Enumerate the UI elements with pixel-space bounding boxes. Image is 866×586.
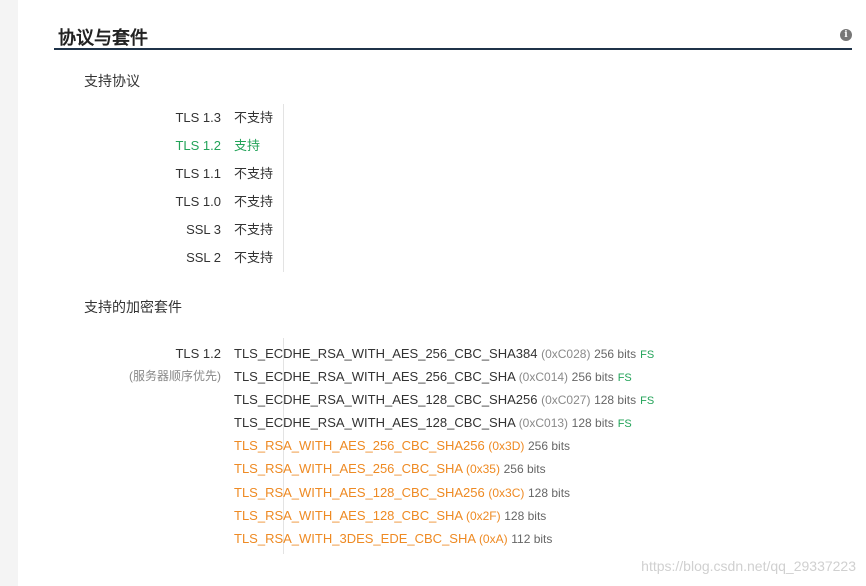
cipher-bits: 256 bits (571, 370, 614, 385)
protocols-heading: 支持协议 (84, 73, 140, 89)
cipher-bits: 256 bits (594, 347, 637, 361)
cipher-suite-row: TLS_ECDHE_RSA_WITH_AES_128_CBC_SHA (0xC0… (234, 411, 654, 434)
cipher-name: TLS_RSA_WITH_3DES_EDE_CBC_SHA (234, 530, 476, 546)
cipher-name: TLS_RSA_WITH_AES_128_CBC_SHA (234, 507, 463, 523)
cipher-name: TLS_RSA_WITH_AES_256_CBC_SHA (234, 461, 463, 477)
protocol-row: SSL 2 不支持 (84, 244, 784, 272)
forward-secrecy-badge: FS (640, 395, 655, 408)
forward-secrecy-badge: FS (617, 372, 632, 385)
cipher-name: TLS_RSA_WITH_AES_256_CBC_SHA256 (234, 438, 485, 454)
protocol-name: SSL 2 (186, 250, 221, 265)
protocol-status: 不支持 (234, 110, 274, 125)
protocol-name: SSL 3 (186, 222, 221, 237)
cipher-suite-row: TLS_ECDHE_RSA_WITH_AES_256_CBC_SHA (0xC0… (234, 365, 654, 388)
cipher-suite-row: TLS_RSA_WITH_AES_256_CBC_SHA256 (0x3D) 2… (234, 434, 654, 457)
cipher-code: (0x3D) (488, 439, 525, 454)
cipher-bits: 128 bits (504, 508, 547, 523)
protocol-row: SSL 3 不支持 (84, 216, 784, 244)
cipher-suite-row: TLS_ECDHE_RSA_WITH_AES_256_CBC_SHA384 (0… (234, 342, 654, 365)
cipher-code: (0x2F) (465, 508, 501, 523)
info-icon[interactable]: i (840, 29, 852, 41)
cipher-suite-row: TLS_ECDHE_RSA_WITH_AES_128_CBC_SHA256 (0… (234, 388, 654, 411)
protocol-name: TLS 1.3 (175, 110, 221, 125)
cipher-code: (0xC013) (518, 416, 569, 431)
cipher-code: (0xC028) (541, 347, 591, 361)
cipher-suite-row: TLS_RSA_WITH_3DES_EDE_CBC_SHA (0xA) 112 … (234, 527, 654, 550)
cipher-name: TLS_RSA_WITH_AES_128_CBC_SHA256 (234, 484, 485, 500)
cipher-suite-list: TLS_ECDHE_RSA_WITH_AES_256_CBC_SHA384 (0… (234, 342, 654, 550)
cipher-name: TLS_ECDHE_RSA_WITH_AES_128_CBC_SHA256 (234, 392, 538, 408)
ciphers-heading: 支持的加密套件 (84, 299, 182, 315)
cipher-code: (0xA) (478, 531, 508, 546)
cipher-code: (0x35) (465, 462, 500, 477)
cipher-bits: 112 bits (511, 531, 553, 546)
section-divider (54, 48, 852, 50)
cipher-bits: 128 bits (571, 416, 614, 431)
cipher-suite-row: TLS_RSA_WITH_AES_128_CBC_SHA (0x2F) 128 … (234, 504, 654, 527)
protocol-row: TLS 1.3 不支持 (84, 104, 784, 132)
section-title: 协议与套件 (58, 28, 148, 48)
cipher-suite-row: TLS_RSA_WITH_AES_256_CBC_SHA (0x35) 256 … (234, 457, 654, 480)
protocol-status: 不支持 (234, 222, 274, 237)
cipher-code: (0xC014) (518, 370, 569, 385)
cipher-bits: 128 bits (594, 393, 637, 408)
protocol-row: TLS 1.0 不支持 (84, 188, 784, 216)
protocol-row: TLS 1.2 支持 (84, 132, 784, 160)
cipher-bits: 256 bits (528, 439, 571, 454)
protocols-panel: 协议与套件 i 支持协议 TLS 1.3 不支持 TLS 1.2 支持 TLS 1.1 不… (18, 0, 866, 586)
cipher-code: (0xC027) (541, 393, 591, 408)
watermark: https://blog.csdn.net/qq_29337223 (641, 558, 856, 574)
protocol-status: 不支持 (234, 250, 274, 265)
forward-secrecy-badge: FS (640, 349, 655, 361)
protocol-name: TLS 1.1 (175, 166, 221, 181)
cipher-name: TLS_ECDHE_RSA_WITH_AES_256_CBC_SHA384 (234, 346, 538, 361)
cipher-protocol-label: TLS 1.2 (175, 346, 221, 361)
cipher-name: TLS_ECDHE_RSA_WITH_AES_256_CBC_SHA (234, 369, 516, 385)
protocol-name: TLS 1.2 (175, 138, 221, 153)
cipher-bits: 128 bits (528, 485, 571, 500)
cipher-order-note: (服务器顺序优先) (129, 369, 221, 383)
cipher-bits: 256 bits (503, 462, 546, 477)
cipher-name: TLS_ECDHE_RSA_WITH_AES_128_CBC_SHA (234, 415, 516, 431)
cipher-suite-row: TLS_RSA_WITH_AES_128_CBC_SHA256 (0x3C) 1… (234, 481, 654, 504)
protocol-status: 支持 (234, 138, 261, 153)
forward-secrecy-badge: FS (617, 418, 632, 431)
protocol-status: 不支持 (234, 166, 274, 181)
protocol-name: TLS 1.0 (175, 194, 221, 209)
cipher-code: (0x3C) (488, 485, 525, 500)
protocol-status: 不支持 (234, 194, 274, 209)
protocol-row: TLS 1.1 不支持 (84, 160, 784, 188)
